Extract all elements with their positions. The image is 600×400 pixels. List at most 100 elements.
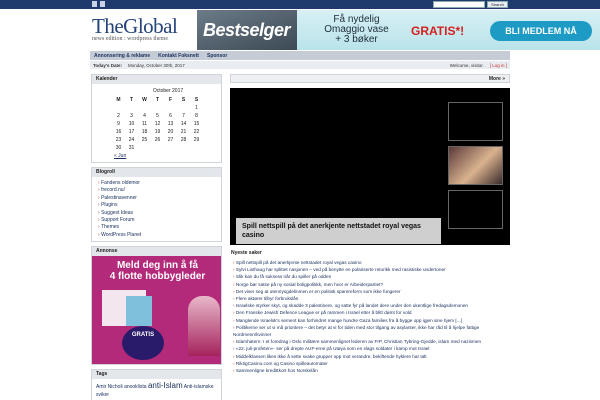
nav-item-advertising[interactable]: Annonsering & reklame [94,53,150,59]
blogroll-link[interactable]: Suggest Ideas [98,210,217,217]
search-input[interactable] [433,1,485,8]
tag-link[interactable]: anooklista [124,384,147,390]
logo-title: TheGlobal [92,14,178,38]
calendar-day: 22 [193,129,200,135]
blogroll-link[interactable]: Palestinavenner [98,195,217,202]
calendar-day: 25 [141,137,148,143]
newest-post-link[interactable]: Slik kan du få suksess når du spiller på… [233,273,510,280]
blogroll-link[interactable]: Plugins [98,202,217,209]
banner-copy-line: + 3 bøker [335,34,378,45]
newest-post-link[interactable]: «22. juli-profeten»- ser på drepte AUF-e… [233,345,510,352]
newest-post-link[interactable]: Spill nettspill på det anerkjente nettst… [233,259,510,266]
main-content: More » Spill nettspill på det anerkjente… [230,74,510,374]
calendar-table: M T W T F S S 1 2 3 4 5 6 7 8 9 10 11 12 13 14 15 16 17 1… [112,96,203,152]
nav-item-sponsor[interactable]: Sponsor [207,53,227,59]
newest-post-link[interactable]: Politikerne ser ut vi må prioritere – de… [233,324,510,338]
ad-headline: Meld deg inn å få 4 flotte hobbygleder [92,260,221,282]
blogroll-link[interactable]: Fandens oldemor [98,180,217,187]
blogroll-title: Blogroll [92,168,221,177]
tag-link[interactable]: Anti-islamske [184,384,214,390]
calendar-day: 15 [193,121,200,127]
video-thumbnail[interactable] [448,146,503,185]
calendar-day: 2 [117,113,120,119]
calendar-day: 29 [193,137,200,143]
calendar-day: 17 [128,129,135,135]
calendar-day: 31 [128,145,135,151]
newest-post-link[interactable]: Sylvi Listhaug har splittet nasjonen – v… [233,266,510,273]
newest-post-link[interactable]: Den Franske Jewish Defence League er på … [233,309,510,316]
newest-title: Nyeste saker [231,250,262,256]
sidebar-ad[interactable]: Meld deg inn å få 4 flotte hobbygleder G… [92,256,221,365]
calendar-week: 9 10 11 12 13 14 15 [112,120,203,128]
banner-brand: Bestselger [203,20,291,40]
blogroll-link[interactable]: Themes [98,224,217,231]
banner-copy: Få nydelig Omaggio vase + 3 bøker [304,15,409,45]
calendar-day [151,104,164,112]
calendar-day [177,104,190,112]
rss-icon[interactable] [100,1,105,7]
nav-item-contact[interactable]: Kontakt Foksnett [158,53,199,59]
calendar-day [190,144,203,152]
ad-headline-line: 4 flotte hobbygleder [109,271,206,283]
calendar-title: Kalender [92,75,221,84]
calendar-day: 11 [141,121,148,127]
weekday: S [194,97,199,103]
calendar-day: 19 [154,129,161,135]
calendar-day [138,104,151,112]
video-caption[interactable]: Spill nettspill på det anerkjente nettst… [236,218,441,244]
calendar-day: 4 [143,113,146,119]
site-logo[interactable]: TheGlobal news edition : wordpress theme [92,15,196,47]
calendar-day: 6 [169,113,172,119]
video-thumbnail[interactable] [448,190,503,229]
calendar-day: 20 [167,129,174,135]
newest-post-link[interactable]: RiktigCasino.com og Casino spilleautomat… [233,360,510,367]
tag-link[interactable]: sviker [96,392,109,398]
newest-post-link[interactable]: Flere aktører tilbyr forbrukslån [233,295,510,302]
home-icon[interactable] [92,1,97,7]
blogroll-link[interactable]: Support Forum [98,217,217,224]
weekday: F [168,97,173,103]
calendar-day [138,144,151,152]
weekday: W [142,97,147,103]
video-thumbnail[interactable] [448,102,503,141]
ad-gratis-badge: GRATIS [122,326,164,361]
more-link[interactable]: More » [489,76,505,82]
today-date: Monday, October 30th, 2017 [128,62,185,68]
newest-post-link[interactable]: Middelklassen likes ikke å sette svake g… [233,353,510,360]
header-banner-ad[interactable]: Bestselger Få nydelig Omaggio vase + 3 b… [197,10,600,50]
calendar-day: 16 [115,129,122,135]
tag-link[interactable]: anti-Islam [148,381,183,390]
blogroll-link[interactable]: WordPress Planet [98,232,217,239]
weekday: T [155,97,160,103]
calendar-day: 30 [115,145,122,151]
newest-post-link[interactable]: Norge bør satse på ny sosial boligpoliti… [233,281,510,288]
calendar-day: 14 [180,121,187,127]
calendar-prev-link[interactable]: « Jun [112,152,221,159]
main-nav: Annonsering & reklame Kontakt Foksnett S… [90,51,510,60]
calendar-day [164,144,177,152]
tag-link[interactable]: Amir Nicholi [96,384,123,390]
calendar-week: 23 24 25 26 27 28 29 [112,136,203,144]
date-bar: Today's Date: Monday, October 30th, 2017… [90,61,510,69]
calendar-day: 9 [117,121,120,127]
search-button[interactable]: Search [487,1,508,8]
calendar-day: 13 [167,121,174,127]
calendar-day [164,104,177,112]
login-link[interactable]: [ Log in ] [490,63,507,68]
welcome-text: Welcome, visitor. [449,62,484,68]
banner-cta-button[interactable]: BLI MEDLEM NÅ [490,21,592,41]
newest-posts: Nyeste saker Spill nettspill på det aner… [230,250,510,374]
calendar-day: 12 [154,121,161,127]
newest-post-link[interactable]: Det viser seg at utenriysgdelinmen er en… [233,288,510,295]
blogroll-link[interactable]: frecord.nu/ [98,187,217,194]
calendar-day: 5 [156,113,159,119]
newest-post-link[interactable]: Sammenligne kredittkort hos Norskelån [233,367,510,374]
ad-magazine-image [126,296,152,327]
newest-post-link[interactable]: Islamhatern: I et foredrag i Oslo militæ… [233,338,510,345]
newest-post-link[interactable]: Israelske styrker skyt, og skadde 3 pale… [233,302,510,309]
ad-headline-line: Meld deg inn å få [116,260,199,272]
featured-video-player[interactable]: Spill nettspill på det anerkjente nettst… [230,88,510,245]
ad-model-image [188,296,220,357]
newest-post-link[interactable]: Manglende Israelsk's sement kan forhindr… [233,317,510,324]
site-header: TheGlobal news edition : wordpress theme… [90,10,600,50]
